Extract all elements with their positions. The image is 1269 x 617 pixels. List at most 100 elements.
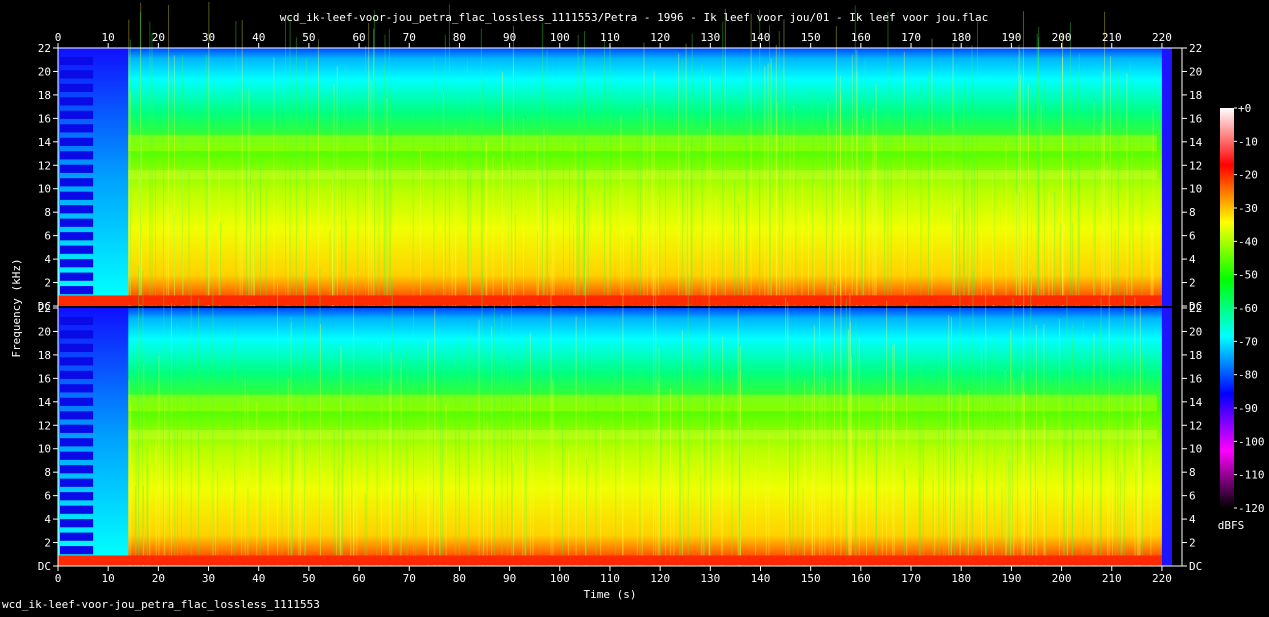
y-tick-label: 22: [38, 302, 51, 315]
spectral-streak: [529, 333, 531, 566]
spectral-streak: [1026, 172, 1028, 306]
spectral-streak: [341, 179, 343, 306]
spectral-streak: [821, 351, 823, 566]
spectral-streak: [971, 473, 973, 566]
colorbar-tick-label: -60: [1238, 302, 1258, 315]
intro-tone-band: [60, 205, 94, 214]
spectral-streak: [443, 91, 445, 306]
spectral-streak: [399, 414, 401, 566]
spectral-streak: [1005, 451, 1007, 566]
x-tick-label: 220: [1152, 31, 1172, 44]
spectral-streak: [537, 180, 539, 306]
colorbar-scale: [1220, 108, 1234, 508]
spectral-streak: [1066, 464, 1068, 566]
intro-tone-band: [60, 232, 94, 241]
spectral-streak: [291, 441, 293, 566]
spectral-streak: [1093, 333, 1095, 566]
spectral-streak: [492, 154, 494, 306]
spectral-streak: [801, 178, 803, 306]
spectral-streak: [875, 376, 877, 566]
y-tick-label: 10: [1189, 443, 1202, 456]
spectral-streak: [1054, 191, 1056, 306]
x-axis-label: Time (s): [584, 588, 637, 601]
y-tick-label: 12: [38, 419, 51, 432]
spectral-streak: [553, 214, 555, 306]
y-tick-label: 10: [38, 443, 51, 456]
spectral-streak: [332, 178, 334, 306]
spectral-streak: [980, 225, 982, 306]
spectral-streak: [734, 181, 736, 306]
colorbar-unit: dBFS: [1218, 519, 1245, 532]
spectral-streak: [641, 484, 643, 566]
spectral-streak: [767, 63, 769, 306]
spectral-streak: [980, 348, 982, 566]
spectral-streak: [1131, 151, 1133, 306]
intro-tone-band: [60, 357, 94, 366]
spectral-streak: [317, 39, 319, 307]
y-tick-label: 18: [38, 349, 51, 362]
y-tick-label: 16: [38, 112, 51, 125]
y-tick-label: 6: [1189, 490, 1196, 503]
spectral-streak: [249, 157, 251, 306]
spectral-streak: [950, 316, 952, 566]
spectral-streak: [709, 494, 711, 566]
x-tick-label: 160: [851, 572, 871, 585]
x-tick-label: 140: [751, 31, 771, 44]
spectral-streak: [525, 336, 527, 566]
spectral-streak: [1037, 489, 1039, 566]
spectral-streak: [927, 70, 929, 306]
spectral-streak: [388, 28, 390, 307]
spectral-streak: [501, 314, 503, 566]
y-tick-label: 16: [1189, 112, 1202, 125]
spectral-streak: [582, 54, 584, 306]
spectral-streak: [886, 300, 888, 566]
spectral-streak: [690, 140, 692, 306]
spectral-streak: [658, 348, 660, 566]
spectral-streak: [344, 64, 346, 306]
spectral-streak: [468, 143, 470, 306]
spectral-streak: [434, 309, 436, 566]
spectral-streak: [931, 38, 933, 307]
spectral-streak: [742, 212, 744, 306]
spectral-streak: [795, 140, 797, 306]
spectral-streak: [218, 168, 220, 306]
spectral-streak: [1114, 446, 1116, 566]
low-frequency-band: [58, 555, 1162, 565]
spectral-streak: [1030, 270, 1032, 566]
spectral-streak: [943, 333, 945, 566]
spectral-streak: [142, 270, 144, 566]
spectral-streak: [493, 305, 495, 566]
spectral-streak: [854, 5, 856, 306]
x-tick-label: 0: [55, 572, 62, 585]
spectral-streak: [276, 282, 278, 566]
spectral-streak: [890, 120, 892, 306]
intro-tone-band: [60, 110, 94, 119]
spectral-streak: [1038, 37, 1040, 307]
spectral-streak: [781, 68, 783, 306]
intro-tone-band: [60, 245, 94, 254]
x-tick-label: 90: [503, 31, 516, 44]
x-tick-label: 180: [951, 31, 971, 44]
x-tick-label: 50: [302, 31, 315, 44]
spectral-streak: [345, 219, 347, 306]
colorbar-tick-label: -80: [1238, 369, 1258, 382]
spectral-streak: [938, 362, 940, 566]
spectral-streak: [687, 274, 689, 566]
spectral-streak: [1071, 222, 1073, 306]
spectral-streak: [609, 46, 611, 307]
spectral-streak: [1091, 340, 1093, 566]
spectral-streak: [378, 128, 380, 306]
intro-tone-band: [60, 83, 94, 92]
spectral-streak: [949, 369, 951, 566]
spectral-streak: [168, 394, 170, 566]
spectral-streak: [415, 492, 417, 566]
spectral-streak: [128, 19, 130, 306]
spectral-streak: [770, 58, 772, 306]
colorbar-tick-label: +0: [1238, 102, 1251, 115]
x-tick-label: 200: [1052, 572, 1072, 585]
spectral-streak: [884, 114, 886, 306]
spectral-streak: [523, 118, 525, 306]
y-tick-label: 18: [1189, 349, 1202, 362]
spectral-streak: [1077, 74, 1079, 306]
y-tick-label: 22: [1189, 42, 1202, 55]
